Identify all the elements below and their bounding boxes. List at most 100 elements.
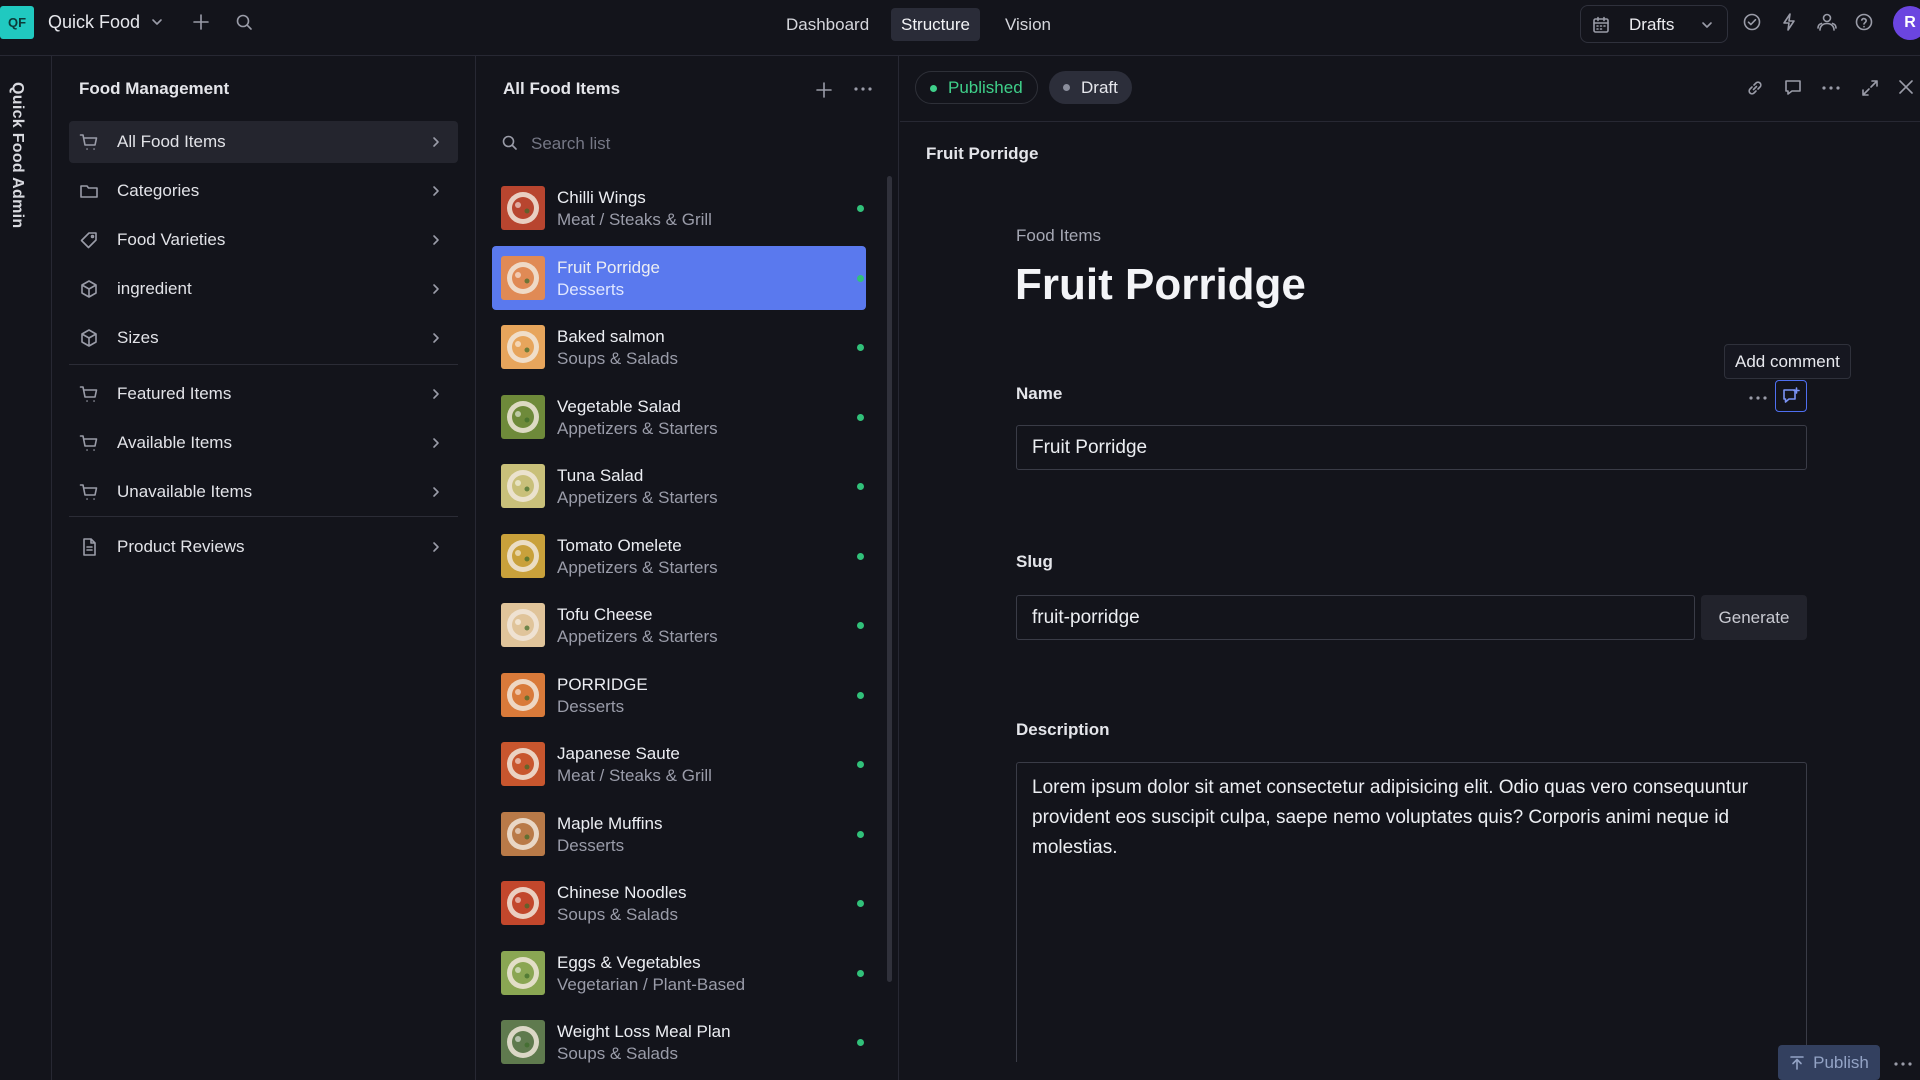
chevron-right-icon <box>430 282 442 296</box>
chevron-down-icon[interactable] <box>150 15 164 29</box>
publish-button[interactable]: Publish <box>1778 1045 1880 1080</box>
chevron-right-icon <box>430 135 442 149</box>
tab-dashboard[interactable]: Dashboard <box>776 8 879 41</box>
plus-icon[interactable] <box>191 12 211 32</box>
list-item[interactable]: Tomato Omelete Appetizers & Starters <box>492 524 866 588</box>
menu-item-food-varieties[interactable]: Food Varieties <box>69 219 458 261</box>
list-item[interactable]: Vegetable Salad Appetizers & Starters <box>492 385 866 449</box>
menu-item-sizes[interactable]: Sizes <box>69 317 458 359</box>
list-item[interactable]: Chilli Wings Meat / Steaks & Grill <box>492 176 866 240</box>
published-status-dot <box>857 761 864 768</box>
expand-icon[interactable] <box>1860 78 1880 98</box>
food-thumbnail <box>501 255 545 300</box>
document-type: Food Items <box>1016 226 1102 245</box>
menu-item-unavailable-items[interactable]: Unavailable Items <box>69 471 458 513</box>
list-item-subtitle: Vegetarian / Plant-Based <box>557 974 746 994</box>
list-item[interactable]: Tuna Salad Appetizers & Starters <box>492 454 866 518</box>
list-item-title: Vegetable Salad <box>557 396 681 416</box>
chevron-right-icon <box>430 540 442 554</box>
search-list-input[interactable]: Search list <box>501 128 881 160</box>
breadcrumb: Fruit Porridge <box>926 144 1039 163</box>
more-options-icon[interactable] <box>1821 85 1841 91</box>
folder-icon <box>79 181 99 201</box>
app-title[interactable]: Quick Food <box>48 12 140 33</box>
search-icon[interactable] <box>235 13 254 32</box>
menu-item-ingredient[interactable]: ingredient <box>69 268 458 310</box>
published-status-dot <box>857 622 864 629</box>
list-item[interactable]: Weight Loss Meal Plan Soups & Salads <box>492 1010 866 1074</box>
menu-item-label: ingredient <box>117 279 192 298</box>
published-status-dot <box>857 413 864 421</box>
published-status-dot <box>857 274 864 282</box>
menu-item-label: Product Reviews <box>117 537 245 556</box>
chevron-right-icon <box>430 436 442 450</box>
close-icon[interactable] <box>1897 78 1915 96</box>
list-item-subtitle: Appetizers & Starters <box>557 557 718 577</box>
generate-button[interactable]: Generate <box>1701 595 1807 640</box>
tab-vision[interactable]: Vision <box>995 8 1061 41</box>
food-thumbnail <box>501 464 545 508</box>
document-pane: Published Draft Fruit Porridge Food Item… <box>900 56 1920 1080</box>
add-comment-tooltip: Add comment <box>1724 344 1851 379</box>
description-label: Description <box>1016 720 1110 739</box>
status-draft[interactable]: Draft <box>1049 71 1132 104</box>
slug-field[interactable]: fruit-porridge <box>1016 595 1695 640</box>
menu-item-available-items[interactable]: Available Items <box>69 422 458 464</box>
list-item[interactable]: Chinese Noodles Soups & Salads <box>492 871 866 935</box>
chevron-right-icon <box>430 184 442 198</box>
scrollbar[interactable] <box>887 176 892 982</box>
food-thumbnail <box>501 325 545 369</box>
list-item-subtitle: Desserts <box>557 279 625 299</box>
name-label: Name <box>1016 384 1063 403</box>
list-item-subtitle: Soups & Salads <box>557 905 678 924</box>
more-options-icon[interactable] <box>1893 1061 1913 1067</box>
list-item[interactable]: Eggs & Vegetables Vegetarian / Plant-Base… <box>492 941 866 1005</box>
menu-item-all-food-items[interactable]: All Food Items <box>69 121 458 163</box>
lightning-icon[interactable] <box>1779 12 1799 32</box>
users-icon[interactable] <box>1816 12 1838 32</box>
list-item-subtitle: Appetizers & Starters <box>557 418 718 438</box>
cart-icon <box>79 384 99 404</box>
food-list-pane: All Food Items Search list Chilli Wings M… <box>477 56 899 1080</box>
list-item[interactable]: Japanese Saute Meat / Steaks & Grill <box>492 732 866 796</box>
status-draft-label: Draft <box>1081 77 1118 97</box>
list-item[interactable]: PORRIDGE Desserts <box>492 663 866 727</box>
list-item[interactable]: Baked salmon Soups & Salads <box>492 315 866 379</box>
avatar[interactable]: R <box>1893 6 1920 40</box>
menu-item-label: Unavailable Items <box>117 482 253 501</box>
more-options-icon[interactable] <box>1748 395 1768 401</box>
link-icon[interactable] <box>1745 78 1765 98</box>
search-placeholder: Search list <box>531 134 611 153</box>
list-item[interactable]: Maple Muffins Desserts <box>492 802 866 866</box>
slug-label: Slug <box>1016 552 1053 571</box>
chevron-down-icon <box>1700 18 1714 32</box>
food-thumbnail <box>501 394 545 439</box>
list-item-title: Tuna Salad <box>557 466 644 485</box>
list-item-subtitle: Appetizers & Starters <box>557 627 718 646</box>
list-item[interactable]: Tofu Cheese Appetizers & Starters <box>492 593 866 657</box>
description-field[interactable]: Lorem ipsum dolor sit amet consectetur a… <box>1016 762 1807 1062</box>
menu-item-product-reviews[interactable]: Product Reviews <box>69 526 458 568</box>
publish-label: Publish <box>1813 1052 1869 1072</box>
drafts-selector[interactable]: Drafts <box>1580 5 1728 43</box>
more-options-icon[interactable] <box>853 86 873 92</box>
status-dot <box>930 85 937 92</box>
help-icon[interactable] <box>1854 12 1874 32</box>
published-status-dot <box>857 969 864 977</box>
food-thumbnail <box>501 950 545 995</box>
name-field[interactable]: Fruit Porridge <box>1016 425 1807 470</box>
list-item-subtitle: Soups & Salads <box>557 1044 678 1063</box>
check-circle-icon[interactable] <box>1742 12 1762 32</box>
cart-icon <box>79 132 99 152</box>
menu-item-featured-items[interactable]: Featured Items <box>69 373 458 415</box>
tab-structure[interactable]: Structure <box>891 8 980 41</box>
add-item-icon[interactable] <box>814 80 834 100</box>
menu-item-categories[interactable]: Categories <box>69 170 458 212</box>
comment-icon[interactable] <box>1783 78 1803 98</box>
chevron-right-icon <box>430 387 442 401</box>
add-comment-button[interactable] <box>1775 380 1807 412</box>
app-logo[interactable]: QF <box>0 6 34 39</box>
status-published[interactable]: Published <box>915 71 1038 104</box>
tool-label[interactable]: Quick Food Admin <box>8 82 26 228</box>
list-item[interactable]: Fruit Porridge Desserts <box>492 245 866 310</box>
